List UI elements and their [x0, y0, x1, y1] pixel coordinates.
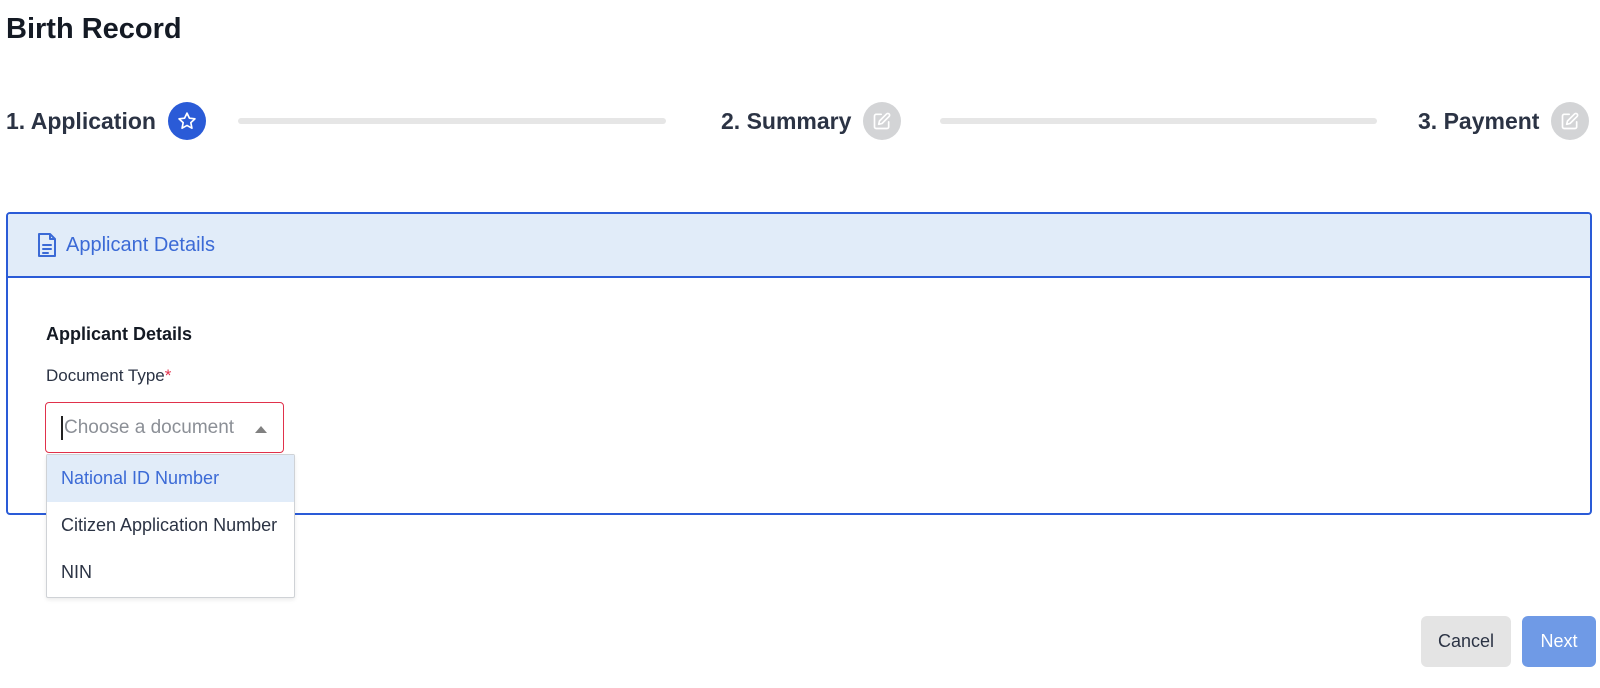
- page-title: Birth Record: [6, 13, 182, 45]
- star-icon: [167, 102, 206, 140]
- cancel-button[interactable]: Cancel: [1421, 616, 1511, 667]
- step-label: 3. Payment: [1418, 107, 1540, 134]
- required-mark: *: [164, 366, 172, 385]
- chevron-up-icon[interactable]: [255, 426, 267, 433]
- card-header-title: Applicant Details: [66, 233, 215, 256]
- edit-icon: [1551, 102, 1590, 140]
- text-caret: [61, 415, 63, 440]
- select-placeholder: Choose a document: [64, 416, 235, 438]
- field-label-text: Document Type: [46, 366, 165, 385]
- step-connector: [238, 118, 666, 124]
- edit-icon: [863, 102, 902, 140]
- document-type-label: Document Type*: [46, 366, 171, 386]
- option-citizen-application-number[interactable]: Citizen Application Number: [47, 502, 294, 549]
- step-connector: [940, 118, 1377, 124]
- card-header[interactable]: Applicant Details: [8, 214, 1590, 278]
- option-national-id-number[interactable]: National ID Number: [47, 455, 294, 502]
- document-type-dropdown: National ID Number Citizen Application N…: [46, 454, 295, 598]
- step-summary[interactable]: 2. Summary: [721, 102, 902, 140]
- document-type-select[interactable]: Choose a document: [45, 402, 284, 453]
- step-payment[interactable]: 3. Payment: [1418, 102, 1590, 140]
- next-button[interactable]: Next: [1522, 616, 1596, 667]
- option-nin[interactable]: NIN: [47, 549, 294, 596]
- step-label: 1. Application: [6, 107, 156, 134]
- step-label: 2. Summary: [721, 107, 852, 134]
- section-title: Applicant Details: [46, 324, 193, 344]
- step-application[interactable]: 1. Application: [6, 102, 206, 140]
- birth-record-page: Birth Record 1. Application 2. Summary 3…: [0, 0, 1600, 688]
- document-icon: [37, 232, 57, 258]
